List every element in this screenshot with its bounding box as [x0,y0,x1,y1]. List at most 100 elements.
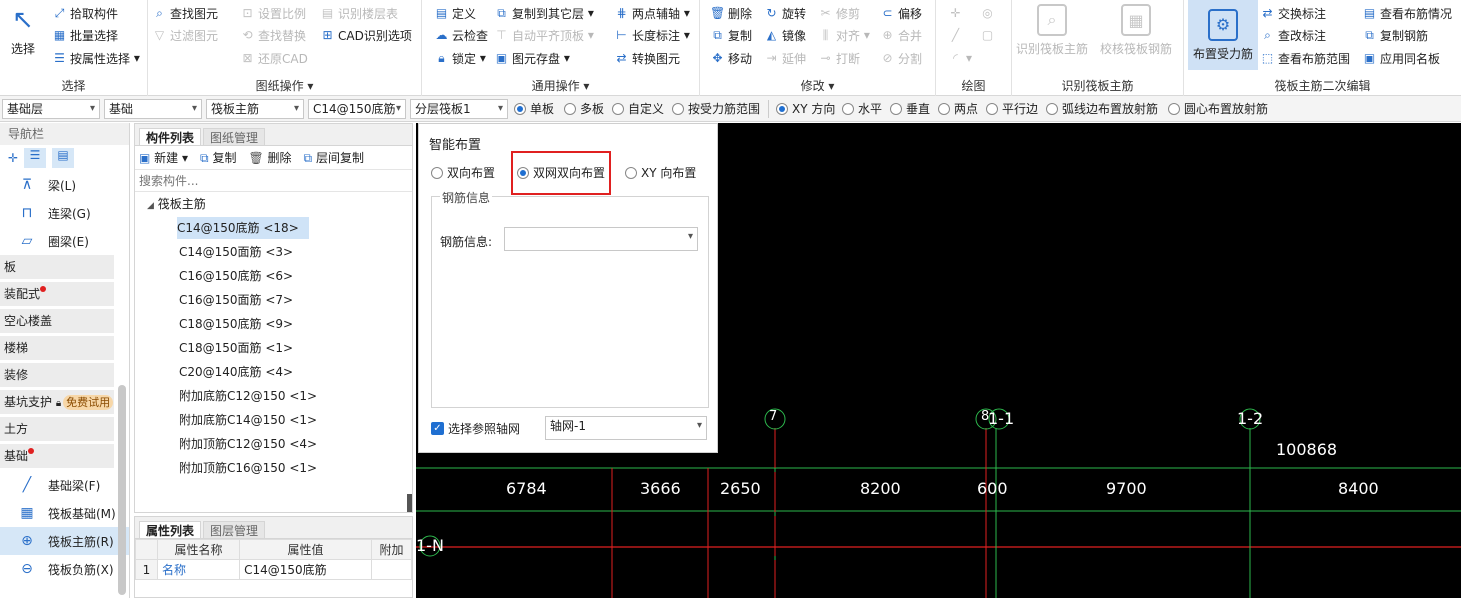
swap-label-button[interactable]: ⇄ 交换标注 [1260,3,1326,23]
component-search-input[interactable] [135,170,412,192]
offset-button[interactable]: ⊂ 偏移 [880,3,922,23]
filter-element-button[interactable]: ▽ 过滤图元 [152,25,218,45]
delete-component-button[interactable]: 🗑︎ 删除 [248,149,291,166]
nav-cat-earthwork[interactable]: 土方 [0,417,114,441]
arc-draw-icon[interactable]: ◜ ▾ [948,48,972,68]
tree-item[interactable]: C14@150底筋 <18> [135,216,412,240]
radio-horizontal[interactable]: 水平 [842,100,882,117]
point-draw-icon[interactable]: ✛ [948,3,966,23]
extend-button[interactable]: ⇥ 延伸 [764,48,806,68]
tree-item[interactable]: C20@140底筋 <4> [135,360,412,384]
radio-xy-layout[interactable]: XY 向布置 [625,164,696,181]
pick-component-button[interactable]: ⤢ 拾取构件 [52,3,118,23]
radio-custom[interactable]: 自定义 [612,100,664,117]
select-by-property-button[interactable]: ☰ 按属性选择 ▾ [52,48,140,68]
move-button[interactable]: ✥ 移动 [710,48,752,68]
tree-item[interactable]: 附加顶筋C16@150 <1> [135,456,412,480]
pin-icon[interactable]: ✛ [8,151,18,165]
edit-label-button[interactable]: ⌕ 查改标注 [1260,25,1326,45]
select-button[interactable]: ↖ 选择 [8,4,38,57]
break-button[interactable]: ⊸ 打断 [818,48,860,68]
comp-scrollbar[interactable] [407,494,412,512]
copy-button[interactable]: ⧉ 复制 [710,25,752,45]
circle-draw-icon[interactable]: ◎ [980,3,998,23]
nav-item-ring-beam[interactable]: ▱ 圈梁(E) [0,227,129,255]
copy-rebar-button[interactable]: ⧉ 复制钢筋 [1362,25,1428,45]
trial-badge[interactable]: 免费试用 [63,395,114,410]
copy-to-layer-button[interactable]: ⧉ 复制到其它层 ▾ [494,3,594,23]
component-select[interactable]: C14@150底筋 [308,99,406,119]
cloud-check-button[interactable]: ☁ 云检查 [434,25,489,45]
cad-options-button[interactable]: ⊞ CAD识别选项 [320,25,411,45]
convert-element-button[interactable]: ⇄ 转换图元 [614,48,680,68]
copy-between-floors-button[interactable]: ⧉ 层间复制 [304,149,364,166]
nav-item-foundation-beam[interactable]: ╱ 基础梁(F) [0,471,129,499]
nav-cat-stairs[interactable]: 楼梯 [0,336,114,360]
trim-button[interactable]: ✂ 修剪 [818,3,860,23]
radio-xy-direction[interactable]: XY 方向 [776,100,835,117]
auto-align-top-button[interactable]: ⊤ 自动平齐顶板 ▾ [494,25,594,45]
reference-axis-checkbox[interactable]: ✓ 选择参照轴网 [431,420,520,437]
list-view-icon[interactable]: ☰ [24,148,47,168]
tree-item[interactable]: 附加顶筋C12@150 <4> [135,432,412,456]
nav-scrollbar[interactable] [118,385,126,595]
nav-cat-prefab[interactable]: 装配式 [0,282,114,306]
radio-double-net-bidirectional[interactable]: 双网双向布置 [517,164,605,181]
check-raft-rebar-button[interactable]: ▦ 校核筏板钢筋 [1100,4,1172,57]
tree-item[interactable]: C16@150面筋 <7> [135,288,412,312]
split-button[interactable]: ⊘ 分割 [880,48,922,68]
table-row[interactable]: 1 名称 C14@150底筋 [135,559,412,580]
recognize-floor-table-button[interactable]: ▤ 识别楼层表 [320,3,398,23]
type-select[interactable]: 筏板主筋 [206,99,304,119]
tree-item[interactable]: C14@150面筋 <3> [135,240,412,264]
copy-component-button[interactable]: ⧉ 复制 [200,149,236,166]
tab-property-list[interactable]: 属性列表 [139,521,202,538]
tree-item[interactable]: 附加底筋C14@150 <1> [135,408,412,432]
rect-draw-icon[interactable]: ▢ [980,25,998,45]
view-rebar-range-button[interactable]: ⬚ 查看布筋范围 [1260,48,1350,68]
category-select[interactable]: 基础 [104,99,202,119]
nav-item-raft-main-rebar[interactable]: ⊕ 筏板主筋(R) [0,527,129,555]
nav-item-raft-neg-rebar[interactable]: ⊖ 筏板负筋(X) [0,555,129,583]
floor-select[interactable]: 基础层 [2,99,100,119]
rotate-button[interactable]: ↻ 旋转 [764,3,806,23]
apply-same-name-button[interactable]: ▣ 应用同名板 [1362,48,1440,68]
radio-parallel-edge[interactable]: 平行边 [986,100,1038,117]
radio-two-points[interactable]: 两点 [938,100,978,117]
mirror-button[interactable]: ◭ 镜像 [764,25,806,45]
new-button[interactable]: ▣ 新建 ▾ [139,149,188,166]
tab-component-list[interactable]: 构件列表 [139,128,202,145]
set-scale-button[interactable]: ⊡ 设置比例 [240,3,306,23]
tree-item[interactable]: C16@150底筋 <6> [135,264,412,288]
place-rebar-button[interactable]: ⚙ 布置受力筋 [1188,0,1258,70]
tree-item[interactable]: C18@150面筋 <1> [135,336,412,360]
tab-drawing-manage[interactable]: 图纸管理 [203,128,266,145]
tree-item[interactable]: 附加底筋C12@150 <1> [135,384,412,408]
batch-select-button[interactable]: ▦ 批量选择 [52,25,118,45]
detail-view-icon[interactable]: ▤ [52,148,75,168]
rebar-info-dropdown[interactable] [504,227,698,251]
recognize-raft-rebar-button[interactable]: ⌕ 识别筏板主筋 [1016,4,1088,57]
nav-cat-slab[interactable]: 板 [0,255,114,279]
find-element-button[interactable]: ⌕ 查找图元 [152,3,218,23]
delete-button[interactable]: 🗑︎ 删除 [710,3,752,23]
align-button[interactable]: ⫼ 对齐 ▾ [818,25,870,45]
nav-cat-foundation[interactable]: 基础 [0,444,114,468]
length-dimension-button[interactable]: ⊢ 长度标注 ▾ [614,25,690,45]
find-replace-button[interactable]: ⟲ 查找替换 [240,25,306,45]
radio-multi-board[interactable]: 多板 [564,100,604,117]
nav-item-beam[interactable]: ⊼ 梁(L) [0,171,129,199]
merge-button[interactable]: ⊕ 合并 [880,25,922,45]
nav-cat-pit-support[interactable]: 基坑支护 🔒︎ 免费试用 [0,390,114,414]
view-rebar-status-button[interactable]: ▤ 查看布筋情况 [1362,3,1452,23]
nav-cat-decoration[interactable]: 装修 [0,363,114,387]
layer-select[interactable]: 分层筏板1 [410,99,508,119]
tree-item[interactable]: C18@150底筋 <9> [135,312,412,336]
line-draw-icon[interactable]: ╱ [948,25,966,45]
save-element-button[interactable]: ▣ 图元存盘 ▾ [494,48,570,68]
nav-item-raft-foundation[interactable]: ▦ 筏板基础(M) [0,499,129,527]
define-button[interactable]: ▤ 定义 [434,3,476,23]
restore-cad-button[interactable]: ⊠ 还原CAD [240,48,307,68]
nav-item-link-beam[interactable]: ⊓ 连梁(G) [0,199,129,227]
radio-center-radial[interactable]: 圆心布置放射筋 [1168,100,1268,117]
